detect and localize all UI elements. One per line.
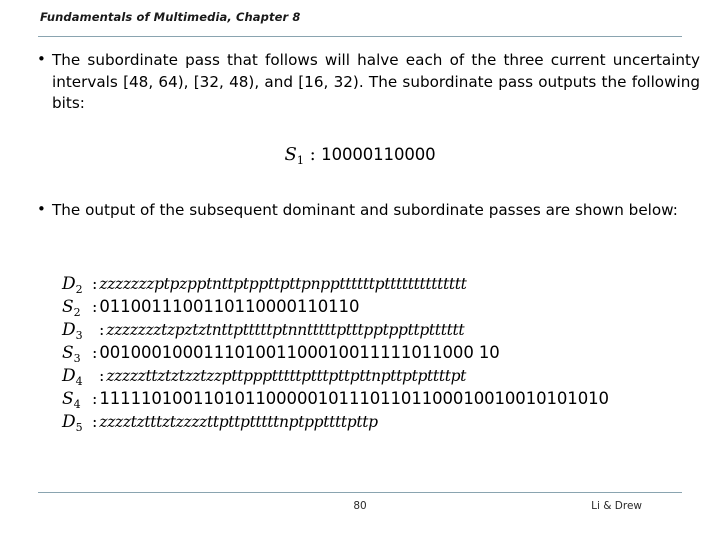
s1-symbol-subscript: 1: [296, 153, 305, 167]
footer-credit: Li & Drew: [591, 500, 642, 512]
sequence-row: D2: zzzzzzzptpzpptnttptppttpttpnppttttttp…: [62, 272, 702, 296]
sequence-label-letter: D: [62, 320, 76, 340]
sequence-symbolstring: zzzzzttztztzztzzpttppptttttptttpttpttnpt…: [106, 367, 467, 385]
s1-line: S1 : 10000110000: [0, 144, 720, 167]
sequence-row: S4:1111101001101011000001011101101100010…: [62, 387, 702, 411]
footer-divider: [38, 492, 682, 493]
sequence-separator: :: [99, 366, 105, 385]
header-divider: [38, 36, 682, 37]
s1-symbol-letter: S: [284, 144, 297, 165]
sequence-label-subscript: 5: [75, 421, 83, 434]
sequence-label-letter: S: [62, 343, 74, 363]
sequence-bitstring: 1111101001101011000001011101101100010010…: [99, 389, 609, 408]
sequence-bitstring: 001000100011101001100010011111011000 10: [99, 343, 500, 362]
sequence-label-letter: D: [62, 274, 76, 294]
slide-footer: 80 Li & Drew: [38, 500, 682, 518]
header-title: Fundamentals of Multimedia, Chapter 8: [40, 10, 301, 24]
sequence-label-letter: D: [62, 412, 76, 432]
sequence-label-letter: S: [62, 389, 74, 409]
bullet-item-1: The subordinate pass that follows will h…: [30, 49, 700, 115]
slide-body: The subordinate pass that follows will h…: [0, 44, 720, 484]
sequence-row: D4: zzzzzttztztzztzzpttppptttttptttpttptt…: [62, 364, 702, 388]
sequence-symbolstring: zzzzzzztzpztztnttptttttptnntttttptttpptp…: [106, 321, 465, 339]
sequence-label-letter: D: [62, 366, 76, 386]
slide-header: Fundamentals of Multimedia, Chapter 8: [40, 10, 680, 32]
sequence-list: D2: zzzzzzzptpzpptnttptppttpttpnppttttttp…: [62, 272, 702, 434]
sequence-row: S3:001000100011101001100010011111011000 …: [62, 341, 702, 365]
sequence-row: S2:0110011100110110000110110: [62, 295, 702, 319]
sequence-row: D3: zzzzzzztzpztztnttptttttptnntttttptttp…: [62, 318, 702, 342]
page-number: 80: [353, 500, 367, 512]
sequence-separator: :: [99, 320, 105, 339]
s1-separator: :: [309, 145, 316, 165]
sequence-symbolstring: zzzzzzzptpzpptnttptppttpttpnppttttttpttt…: [99, 275, 467, 293]
sequence-bitstring: 0110011100110110000110110: [99, 297, 360, 316]
sequence-row: D5: zzzztztttztzzzzttpttptttttnptppttttpt…: [62, 410, 702, 434]
sequence-label: D5: [62, 411, 92, 439]
sequence-label-letter: S: [62, 297, 74, 317]
s1-expression: S1 : 10000110000: [284, 144, 436, 167]
s1-bitstring: 10000110000: [321, 145, 436, 164]
s1-symbol: S1: [284, 144, 305, 167]
sequence-symbolstring: zzzztztttztzzzzttpttptttttnptppttttpttp: [99, 413, 378, 431]
bullet-item-2: The output of the subsequent dominant an…: [30, 199, 707, 222]
slide: Fundamentals of Multimedia, Chapter 8 Th…: [0, 0, 720, 540]
